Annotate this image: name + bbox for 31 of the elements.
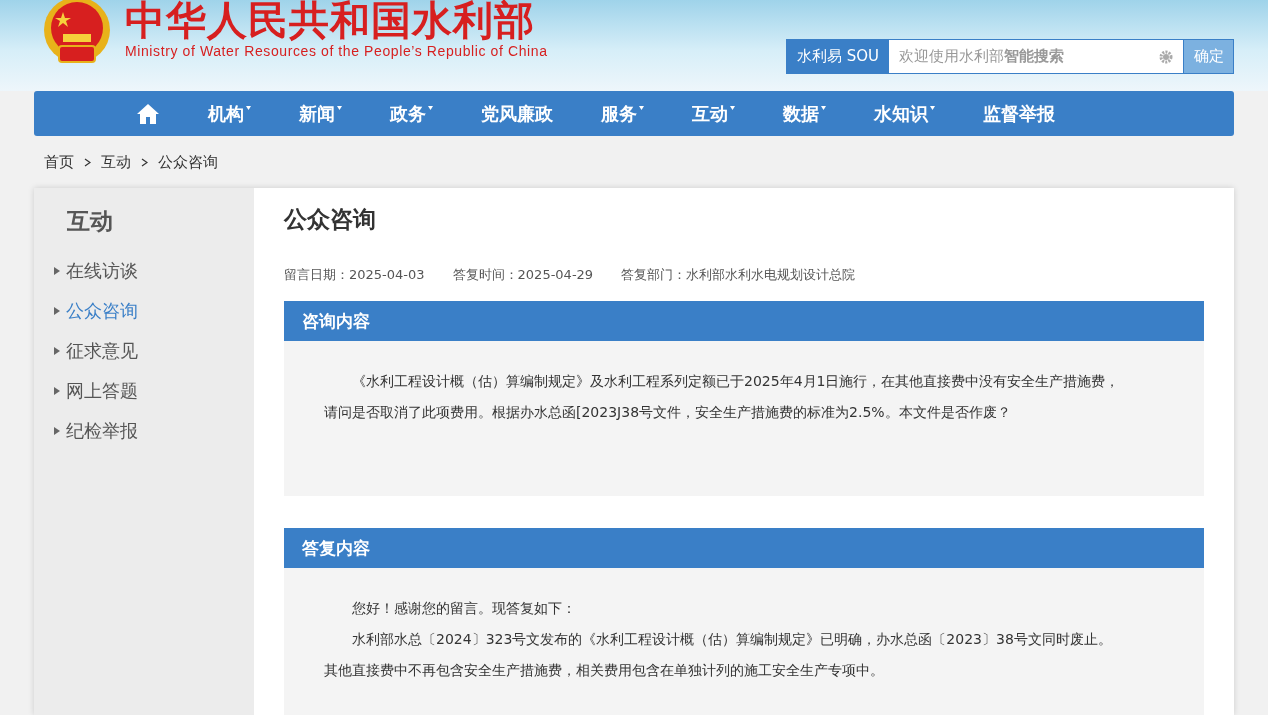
nav-item[interactable]: 水知识 — [874, 91, 935, 136]
sidebar-item[interactable]: 在线访谈 — [54, 251, 254, 291]
meta-text: 留言日期：2025-04-03 — [284, 266, 425, 284]
nav-item[interactable]: 服务 — [601, 91, 644, 136]
chevron-icon — [84, 157, 91, 167]
sidebar-item[interactable]: 公众咨询 — [54, 291, 254, 331]
breadcrumb-link[interactable]: 公众咨询 — [158, 152, 218, 172]
sidebar-item[interactable]: 网上答题 — [54, 371, 254, 411]
paragraph: 《水利工程设计概（估）算编制规定》及水利工程系列定额已于2025年4月1日施行，在其他直接费中没有安全生产措施费，请问是否取消了此项费用。根据办水总函[2023J38号文件，安全生产措施费的标准为2.5%。本文件是否作废？ — [324, 372, 1121, 422]
national-emblem-icon — [41, 0, 113, 66]
sidebar-item[interactable]: 征求意见 — [54, 331, 254, 371]
nav-item[interactable]: 政务 — [390, 91, 433, 136]
nav-item[interactable]: 机构 — [208, 91, 251, 136]
nav-item[interactable]: 新闻 — [299, 91, 342, 136]
paragraph: 您好！感谢您的留言。现答复如下： — [351, 599, 577, 618]
meta-text: 答复时间：2025-04-29 — [452, 266, 594, 284]
breadcrumb-link[interactable]: 首页 — [44, 152, 74, 172]
section-heading: 答复内容 — [284, 528, 1204, 568]
nav-item[interactable]: 数据 — [783, 91, 826, 136]
breadcrumb-link[interactable]: 互动 — [101, 152, 131, 172]
page-title: 公众咨询 — [284, 205, 377, 234]
nav-item[interactable]: 监督举报 — [983, 91, 1055, 136]
paragraph: 水利部水总〔2024〕323号文发布的《水利工程设计概（估）算编制规定》已明确，办水总函〔2023〕38号文同时废止。其他直接费中不再包含安全生产措施费，相关费用包含在单独计列的施工安全生产专项中。 — [324, 630, 1113, 680]
chevron-icon — [141, 157, 148, 167]
meta-text: 答复部门：水利部水利水电规划设计总院 — [621, 266, 856, 284]
nav-item[interactable]: 党风廉政 — [481, 91, 553, 136]
section-heading: 咨询内容 — [284, 301, 1204, 341]
sidebar-item[interactable]: 纪检举报 — [54, 411, 254, 451]
nav-item[interactable]: 互动 — [692, 91, 735, 136]
site-subtitle: Ministry of Water Resources of the People’s Republic of China — [125, 43, 548, 59]
sidebar-title: 互动 — [66, 207, 114, 236]
